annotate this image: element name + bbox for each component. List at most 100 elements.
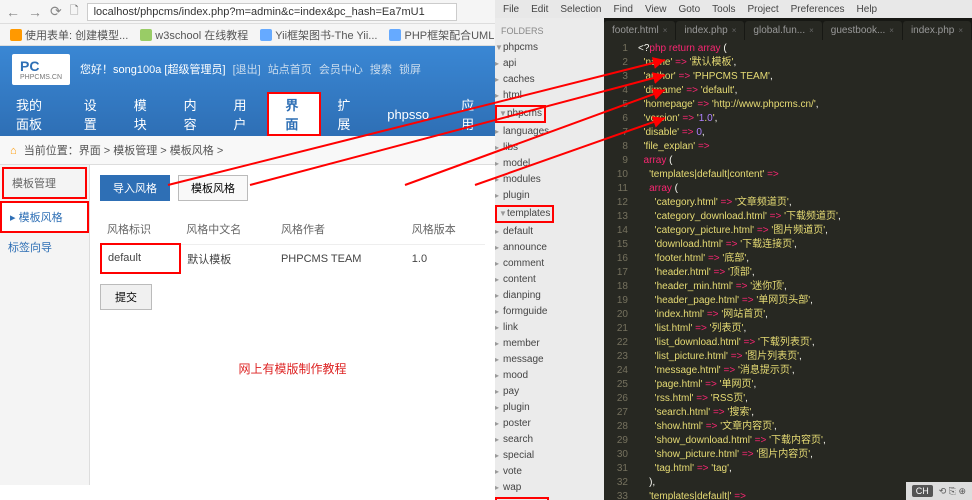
nav-tab[interactable]: 内容 bbox=[168, 92, 218, 136]
status-bar: CH ⟲ ⎘ ⊕ bbox=[906, 482, 972, 500]
back-icon[interactable]: ← bbox=[6, 4, 20, 20]
table-row[interactable]: default 默认模板 PHPCMS TEAM 1.0 bbox=[101, 244, 485, 273]
tree-node[interactable]: ▸message bbox=[495, 352, 604, 368]
cell-author: PHPCMS TEAM bbox=[275, 244, 406, 273]
sidebar-item-template-style[interactable]: ▸ 模板风格 bbox=[0, 201, 89, 233]
editor-tab[interactable]: index.php × bbox=[903, 21, 971, 40]
editor-tab[interactable]: global.fun... × bbox=[745, 21, 821, 40]
editor-menu: File Edit Selection Find View Goto Tools Projec… bbox=[495, 0, 972, 18]
url-lock-icon: 🗋 bbox=[70, 2, 79, 21]
bookmark-item[interactable]: Yii框架图书-The Yii... bbox=[260, 27, 377, 43]
home-icon: ⌂ bbox=[10, 145, 17, 157]
forward-icon[interactable]: → bbox=[28, 4, 42, 20]
logo: PCPHPCMS.CN bbox=[12, 54, 70, 85]
ime-indicator[interactable]: CH bbox=[912, 485, 933, 497]
reload-icon[interactable]: ⟳ bbox=[50, 3, 62, 20]
menu-item[interactable]: Selection bbox=[560, 4, 601, 15]
cell-version: 1.0 bbox=[406, 244, 485, 273]
tree-node[interactable]: ▸modules bbox=[495, 172, 604, 188]
tree-node[interactable]: ▸mood bbox=[495, 368, 604, 384]
bookmark-item[interactable]: 使用表单: 创建模型... bbox=[10, 27, 128, 43]
cell-id: default bbox=[101, 244, 180, 273]
menu-item[interactable]: View bbox=[645, 4, 667, 15]
sidebar-item-tag-wizard[interactable]: 标签向导 bbox=[0, 233, 89, 261]
cell-name: 默认模板 bbox=[180, 244, 275, 273]
nav-tab[interactable]: 应用 bbox=[445, 92, 495, 136]
sidebar: 模板管理 ▸ 模板风格 标签向导 bbox=[0, 165, 90, 485]
address-bar[interactable]: localhost/phpcms/index.php?m=admin&c=ind… bbox=[87, 3, 457, 21]
menu-item[interactable]: Help bbox=[857, 4, 878, 15]
menu-item[interactable]: Find bbox=[614, 4, 633, 15]
tree-node[interactable]: ▸html bbox=[495, 88, 604, 104]
tree-node[interactable]: ▸libs bbox=[495, 140, 604, 156]
submit-button[interactable]: 提交 bbox=[100, 284, 152, 310]
bookmark-item[interactable]: w3school 在线教程 bbox=[140, 27, 248, 43]
col-version: 风格版本 bbox=[406, 215, 485, 244]
menu-item[interactable]: Project bbox=[748, 4, 779, 15]
search-link[interactable]: 搜索 bbox=[370, 64, 392, 76]
folders-header: FOLDERS bbox=[495, 22, 604, 40]
editor-tab[interactable]: index.php × bbox=[676, 21, 744, 40]
tree-node[interactable]: ▸model bbox=[495, 156, 604, 172]
tree-node-config[interactable]: config.php bbox=[495, 496, 604, 500]
main-nav: 我的面板设置模块内容用户界面扩展phpsso应用 bbox=[0, 92, 495, 136]
tree-node[interactable]: ▸wap bbox=[495, 480, 604, 496]
logout-link[interactable]: [退出] bbox=[233, 64, 261, 76]
nav-tab[interactable]: 用户 bbox=[218, 92, 268, 136]
tree-node[interactable]: ▸pay bbox=[495, 384, 604, 400]
tree-node[interactable]: ▸default bbox=[495, 224, 604, 240]
col-author: 风格作者 bbox=[275, 215, 406, 244]
tree-node[interactable]: ▸languages bbox=[495, 124, 604, 140]
home-link[interactable]: 站点首页 bbox=[268, 64, 312, 76]
menu-item[interactable]: Goto bbox=[678, 4, 700, 15]
tree-node[interactable]: ▸caches bbox=[495, 72, 604, 88]
bookmark-item[interactable]: PHP框架配合UML... bbox=[389, 27, 503, 43]
sublime-editor: File Edit Selection Find View Goto Tools Projec… bbox=[495, 0, 972, 500]
tree-node[interactable]: ▸link bbox=[495, 320, 604, 336]
gutter: 1234567891011121314151617181920212223242… bbox=[604, 40, 634, 500]
tree-node-templates[interactable]: ▼templates bbox=[495, 204, 604, 224]
member-link[interactable]: 会员中心 bbox=[319, 64, 363, 76]
col-id: 风格标识 bbox=[101, 215, 180, 244]
tree-node[interactable]: ▸plugin bbox=[495, 188, 604, 204]
tutorial-note: 网上有模版制作教程 bbox=[100, 360, 485, 377]
content-area: 导入风格 模板风格 风格标识 风格中文名 风格作者 风格版本 default 默… bbox=[90, 165, 495, 485]
phpcms-admin: PCPHPCMS.CN 您好！song100a [超级管理员] [退出] 站点首… bbox=[0, 46, 495, 500]
tree-node[interactable]: ▸member bbox=[495, 336, 604, 352]
nav-tab[interactable]: phpsso bbox=[371, 92, 445, 136]
styles-table: 风格标识 风格中文名 风格作者 风格版本 default 默认模板 PHPCMS… bbox=[100, 215, 485, 274]
tree-node[interactable]: ▸vote bbox=[495, 464, 604, 480]
folder-tree: FOLDERS ▼phpcms ▸api▸caches▸html ▼phpcms… bbox=[495, 18, 604, 500]
tree-node[interactable]: ▸formguide bbox=[495, 304, 604, 320]
tree-node[interactable]: ▼phpcms bbox=[495, 40, 604, 56]
menu-item[interactable]: File bbox=[503, 4, 519, 15]
tree-node[interactable]: ▸comment bbox=[495, 256, 604, 272]
template-style-button[interactable]: 模板风格 bbox=[178, 175, 248, 201]
tree-node[interactable]: ▸api bbox=[495, 56, 604, 72]
editor-tabs: footer.html ×index.php ×global.fun... ×g… bbox=[604, 18, 972, 40]
nav-tab[interactable]: 我的面板 bbox=[0, 92, 68, 136]
menu-item[interactable]: Preferences bbox=[791, 4, 845, 15]
nav-tab[interactable]: 设置 bbox=[68, 92, 118, 136]
tree-node[interactable]: ▸poster bbox=[495, 416, 604, 432]
import-style-button[interactable]: 导入风格 bbox=[100, 175, 170, 201]
editor-tab[interactable]: guestbook... × bbox=[823, 21, 902, 40]
editor-tab[interactable]: footer.html × bbox=[604, 21, 675, 40]
tree-node-phpcms[interactable]: ▼phpcms bbox=[495, 104, 604, 124]
tree-node[interactable]: ▸search bbox=[495, 432, 604, 448]
tree-node[interactable]: ▸content bbox=[495, 272, 604, 288]
tree-node[interactable]: ▸plugin bbox=[495, 400, 604, 416]
col-name: 风格中文名 bbox=[180, 215, 275, 244]
menu-item[interactable]: Edit bbox=[531, 4, 548, 15]
welcome-text: 您好！song100a [超级管理员] [退出] 站点首页 会员中心 搜索 锁屏 bbox=[80, 61, 483, 77]
nav-tab[interactable]: 界面 bbox=[267, 92, 321, 136]
tree-node[interactable]: ▸dianping bbox=[495, 288, 604, 304]
tree-node[interactable]: ▸special bbox=[495, 448, 604, 464]
sidebar-group: 模板管理 bbox=[2, 167, 87, 199]
code-lines[interactable]: <?php return array ( 'name' => '默认模板', '… bbox=[634, 40, 972, 500]
nav-tab[interactable]: 模块 bbox=[118, 92, 168, 136]
lock-link[interactable]: 锁屏 bbox=[399, 64, 421, 76]
menu-item[interactable]: Tools bbox=[712, 4, 735, 15]
nav-tab[interactable]: 扩展 bbox=[321, 92, 371, 136]
tree-node[interactable]: ▸announce bbox=[495, 240, 604, 256]
